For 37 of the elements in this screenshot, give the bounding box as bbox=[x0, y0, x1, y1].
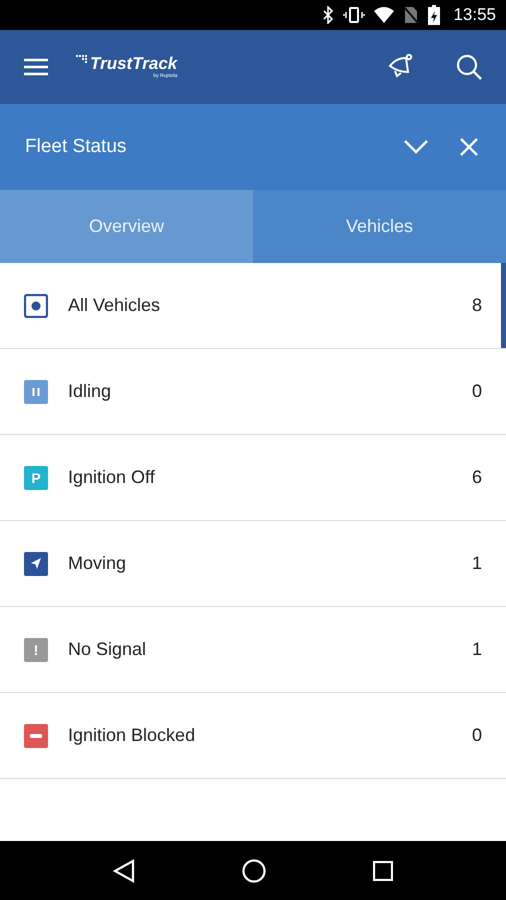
status-time: 13:55 bbox=[453, 5, 496, 25]
status-row[interactable]: All Vehicles 8 bbox=[0, 263, 506, 349]
chevron-down-icon[interactable] bbox=[404, 140, 428, 154]
status-row[interactable]: ! No Signal 1 bbox=[0, 607, 506, 693]
menu-icon[interactable] bbox=[24, 58, 48, 76]
status-label: Idling bbox=[68, 381, 112, 402]
status-count: 6 bbox=[472, 467, 482, 488]
vibrate-icon bbox=[343, 6, 366, 24]
battery-icon bbox=[428, 5, 440, 25]
status-count: 1 bbox=[472, 553, 482, 574]
panel-title: Fleet Status bbox=[25, 136, 126, 158]
status-row[interactable]: Idling 0 bbox=[0, 349, 506, 435]
status-count: 0 bbox=[472, 725, 482, 746]
recents-icon[interactable] bbox=[372, 860, 393, 880]
status-count: 8 bbox=[472, 295, 482, 316]
bell-icon[interactable] bbox=[386, 54, 414, 80]
status-label: No Signal bbox=[68, 639, 148, 660]
home-icon[interactable] bbox=[242, 858, 266, 882]
status-label: All Vehicles bbox=[68, 295, 162, 316]
bluetooth-icon bbox=[322, 6, 334, 24]
no-sim-icon bbox=[403, 6, 420, 24]
logo-text: TrustTrack bbox=[90, 55, 178, 73]
search-icon[interactable] bbox=[456, 54, 482, 80]
close-icon[interactable] bbox=[460, 138, 478, 156]
status-row[interactable]: Moving 1 bbox=[0, 521, 506, 607]
alert-icon: ! bbox=[24, 638, 48, 662]
status-label: Ignition Off bbox=[68, 467, 156, 488]
parking-icon: P bbox=[24, 466, 48, 490]
status-row[interactable]: Ignition Blocked 0 bbox=[0, 693, 506, 779]
status-count: 1 bbox=[472, 639, 482, 660]
status-label: Ignition Blocked bbox=[68, 725, 196, 746]
dots-icon bbox=[76, 55, 88, 65]
wifi-icon bbox=[374, 7, 394, 23]
back-icon[interactable] bbox=[113, 858, 136, 882]
status-row[interactable]: P Ignition Off 6 bbox=[0, 435, 506, 521]
status-label: Moving bbox=[68, 553, 128, 574]
status-count: 0 bbox=[472, 381, 482, 402]
